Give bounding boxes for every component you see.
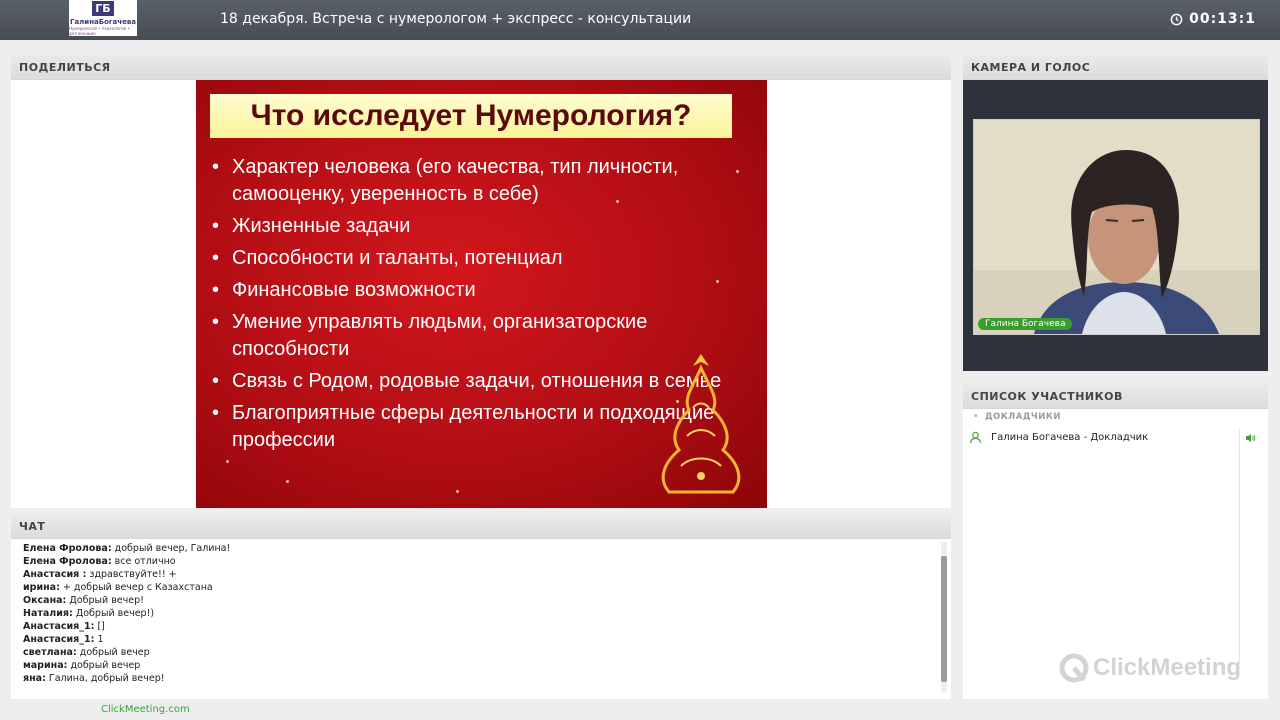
role-group-text: ДОКЛАДЧИКИ [984,412,1061,422]
message-text: добрый вечер [70,660,141,671]
camera-panel-header: КАМЕРА И ГОЛОС [963,55,1268,80]
clock-icon [1170,13,1183,25]
chat-message: яна: Галина, добрый вечер! [23,672,933,685]
logo-mark: ГБ [92,0,114,16]
camera-panel: КАМЕРА И ГОЛОС Галина Богачева [963,55,1268,371]
chat-scrollbar[interactable] [941,542,947,692]
chat-message: Наталия: Добрый вечер!) [23,607,933,620]
chat-message: Оксана: Добрый вечер! [23,594,933,607]
chat-scroll-thumb[interactable] [941,556,947,682]
logo-name: ГалинаБогачева [69,17,136,26]
christmas-tree-decoration [661,354,741,494]
message-author: Елена Фролова: [23,543,112,554]
chat-message: Анастасия_1: 1 [23,633,933,646]
participants-panel-header: СПИСОК УЧАСТНИКОВ [963,384,1268,409]
clickmeeting-logo-icon [1059,653,1089,683]
message-author: светлана: [23,647,77,658]
company-logo: ГБ ГалинаБогачева Нумерология • психолог… [69,0,137,36]
message-text: [] [97,621,105,632]
chat-message: светлана: добрый вечер [23,646,933,659]
chat-message: Анастасия_1: [] [23,620,933,633]
message-text: все отлично [114,556,176,567]
chat-panel: ЧАТ Елена Фролова: добрый вечер, Галина!… [11,514,951,699]
footer: ClickMeeting.com [0,704,1280,720]
meeting-title: 18 декабря. Встреча с нумерологом + эксп… [220,11,692,27]
participants-panel: СПИСОК УЧАСТНИКОВ • ДОКЛАДЧИКИ Галина Бог… [963,384,1268,699]
participant-row[interactable]: Галина Богачева - Докладчик [963,428,1256,446]
message-text: Добрый вечер!) [75,608,155,619]
message-author: Елена Фролова: [23,556,112,567]
slide-title-box: Что исследует Нумерология? [210,94,732,138]
presenter-video[interactable]: Галина Богачева [973,119,1260,335]
chat-message: Елена Фролова: добрый вечер, Галина! [23,542,933,555]
chat-message: марина: добрый вечер [23,659,933,672]
logo-subtitle: Нумерология • психология • для женщин [69,25,130,36]
presenter-video-frame [974,120,1259,334]
message-author: Анастасия : [23,569,87,580]
message-text: 1 [97,634,104,645]
share-panel-header: ПОДЕЛИТЬСЯ [11,55,951,80]
slide-bullet: Финансовые возможности [208,277,753,304]
user-icon [969,431,982,444]
chat-message-list[interactable]: Елена Фролова: добрый вечер, Галина! Еле… [23,542,933,685]
chat-panel-header: ЧАТ [11,514,951,539]
message-author: Анастасия_1: [23,621,95,632]
footer-clickmeeting-link[interactable]: ClickMeeting.com [101,704,190,715]
message-text: здравствуйте!! + [89,569,177,580]
slide-bullet: Способности и таланты, потенциал [208,245,753,272]
message-text: Галина, добрый вечер! [48,673,165,684]
message-author: Оксана: [23,595,67,606]
message-text: добрый вечер, Галина! [114,543,231,554]
chat-message: Елена Фролова: все отлично [23,555,933,568]
message-text: + добрый вечер с Казахстана [62,582,213,593]
message-author: яна: [23,673,46,684]
timer-value: 00:13:1 [1189,11,1256,27]
slide-bullet: Характер человека (его качества, тип лич… [208,154,753,208]
message-text: Добрый вечер! [69,595,144,606]
slide-title: Что исследует Нумерология? [250,99,692,132]
watermark-text: ClickMeeting [1093,654,1242,681]
participant-name: Галина Богачева - Докладчик [991,432,1149,443]
message-author: ирина: [23,582,60,593]
share-panel: ПОДЕЛИТЬСЯ Что исследует Нумерология? Ха… [11,55,951,508]
chat-message: Анастасия : здравствуйте!! + [23,568,933,581]
session-timer: 00:13:1 [1170,11,1256,27]
presentation-slide: Что исследует Нумерология? Характер чело… [196,80,767,508]
role-group-label: • ДОКЛАДЧИКИ [973,412,1061,422]
chat-message: ирина: + добрый вечер с Казахстана [23,581,933,594]
message-text: добрый вечер [79,647,150,658]
message-author: марина: [23,660,68,671]
presenter-name-tag: Галина Богачева [978,318,1073,330]
message-author: Анастасия_1: [23,634,95,645]
speaker-icon [1245,433,1256,443]
top-bar: ГБ ГалинаБогачева Нумерология • психолог… [0,0,1280,40]
slide-bullet: Жизненные задачи [208,213,753,240]
list-divider [1239,428,1240,663]
clickmeeting-watermark: ClickMeeting [1058,652,1241,684]
bullet-icon: • [973,412,979,422]
message-author: Наталия: [23,608,73,619]
